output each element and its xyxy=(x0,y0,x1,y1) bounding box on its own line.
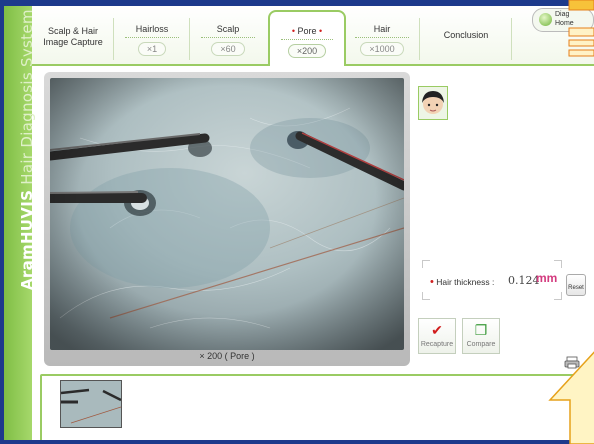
bracket-corner xyxy=(422,260,430,268)
scalp-pore-image xyxy=(50,78,404,350)
thumbnail-item[interactable] xyxy=(60,380,122,428)
active-marker: • xyxy=(319,26,323,36)
tab-hair[interactable]: Hair ×1000 xyxy=(344,16,420,60)
hair-thickness-unit: mm xyxy=(536,271,558,285)
tab-label: Hair xyxy=(373,24,391,34)
bracket-corner xyxy=(554,260,562,268)
tab-scalp[interactable]: Scalp ×60 xyxy=(190,16,266,58)
bracket-corner xyxy=(554,292,562,300)
tab-zoom: ×200 xyxy=(287,44,327,58)
pointer-arrow-icon xyxy=(548,351,594,444)
tab-zoom: ×1 xyxy=(137,42,167,56)
tab-label: Scalp & Hair Image Capture xyxy=(43,26,103,47)
tab-label: Scalp xyxy=(216,24,240,34)
recapture-button[interactable]: ✔ Recapture xyxy=(418,318,456,354)
tab-zoom: ×1000 xyxy=(360,42,404,56)
microscope-image xyxy=(50,78,404,350)
compare-icon: ❐ xyxy=(474,322,488,338)
tab-dotline xyxy=(201,37,255,38)
recapture-label: Recapture xyxy=(420,341,454,348)
compare-button[interactable]: ❐ Compare xyxy=(462,318,500,354)
bracket-corner xyxy=(422,292,430,300)
hair-thickness-value: 0.124 xyxy=(508,274,540,287)
tab-conclusion[interactable]: Conclusion xyxy=(420,16,512,60)
brand-name: AramHUVIS xyxy=(18,189,36,290)
sidebar-banner: AramHUVIS Hair Diagnosis System xyxy=(4,6,36,440)
tab-hairloss[interactable]: Hairloss ×1 xyxy=(114,16,190,60)
compare-label: Compare xyxy=(466,341,496,348)
hair-thickness-panel: • Hair thickness : 0.124 mm xyxy=(422,260,562,300)
tab-divider xyxy=(511,18,512,60)
tab-zoom: ×60 xyxy=(211,42,245,56)
image-caption: × 200 ( Pore ) xyxy=(199,351,255,361)
tab-pore[interactable]: • Pore • ×200 xyxy=(268,10,346,66)
thumbnail-strip xyxy=(40,374,594,440)
tab-dotline xyxy=(355,37,409,38)
tab-label: Hairloss xyxy=(135,24,169,34)
active-marker: • xyxy=(291,26,295,36)
tab-dotline xyxy=(125,37,179,38)
tab-label: Conclusion xyxy=(443,30,489,40)
check-icon: ✔ xyxy=(431,322,443,338)
window-frame: AramHUVIS Hair Diagnosis System Scalp & … xyxy=(0,0,594,444)
reset-button[interactable]: Reset xyxy=(566,274,586,296)
image-viewer: × 200 ( Pore ) xyxy=(44,72,410,366)
tab-dotline xyxy=(281,39,333,40)
tab-bar: Scalp & Hair Image Capture Hairloss ×1 Sc… xyxy=(32,6,594,66)
tab-image-capture[interactable]: Scalp & Hair Image Capture xyxy=(32,16,114,60)
tab-label: • Pore • xyxy=(291,26,323,36)
edge-markers xyxy=(568,0,594,57)
app-window: AramHUVIS Hair Diagnosis System Scalp & … xyxy=(4,6,594,440)
green-ball-icon xyxy=(539,13,552,26)
face-avatar-icon[interactable] xyxy=(418,86,448,120)
hair-thickness-label: • Hair thickness : xyxy=(430,276,495,288)
